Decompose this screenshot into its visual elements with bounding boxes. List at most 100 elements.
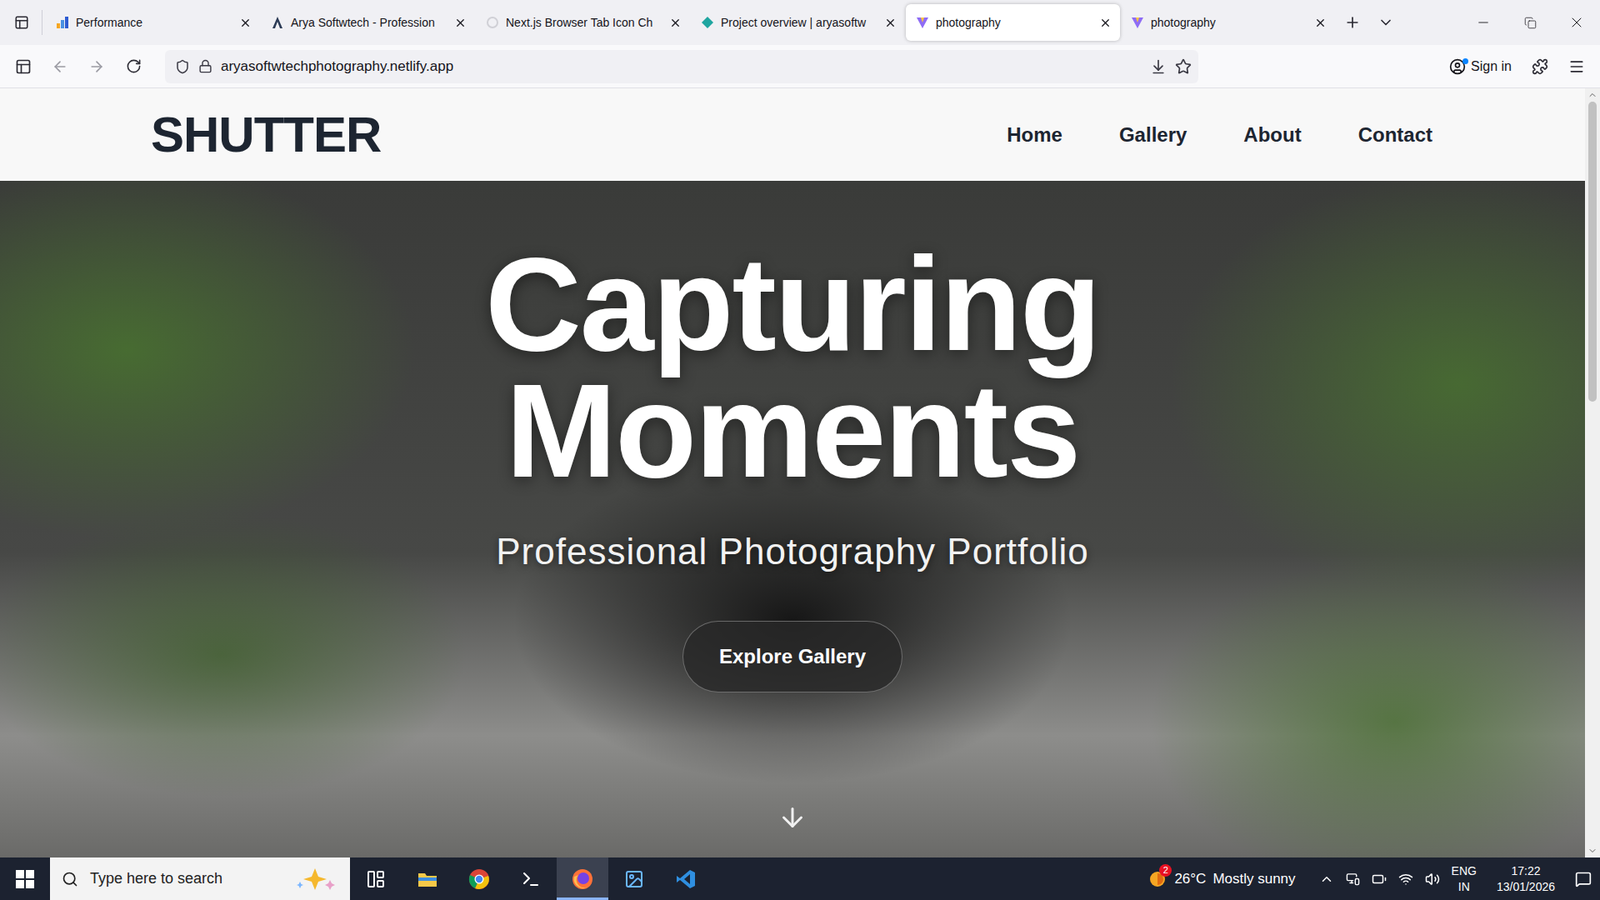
reload-icon <box>125 58 142 75</box>
forward-button[interactable] <box>80 50 114 84</box>
tab-label: Project overview | aryasoftw <box>720 15 878 30</box>
tab-label: photography <box>1150 15 1308 30</box>
tab-label: Performance <box>75 15 233 30</box>
extensions-button[interactable] <box>1523 50 1557 84</box>
scroll-thumb[interactable] <box>1588 101 1597 402</box>
restore-button[interactable] <box>1506 0 1554 45</box>
browser-tab[interactable]: Next.js Browser Tab Icon Ch <box>475 4 690 41</box>
tab-overflow-button[interactable] <box>1369 5 1403 40</box>
menu-icon <box>1568 58 1585 75</box>
close-icon[interactable] <box>1314 16 1327 30</box>
taskbar-app[interactable] <box>401 857 454 900</box>
vite-icon <box>1130 15 1145 30</box>
file-explorer-icon <box>416 868 439 890</box>
close-icon[interactable] <box>884 16 897 30</box>
arrow-down-icon <box>777 802 808 833</box>
system-tray: 226°CMostly sunny ENGIN 17:2213/01/2026 <box>1147 857 1600 900</box>
close-window-button[interactable] <box>1553 0 1600 45</box>
task-view-icon <box>365 869 386 890</box>
scroll-up-icon[interactable] <box>1587 90 1598 100</box>
notifications-icon[interactable] <box>1575 870 1592 888</box>
battery-icon[interactable] <box>1371 871 1387 887</box>
clock[interactable]: 17:2213/01/2026 <box>1488 863 1564 894</box>
notification-dot <box>1462 58 1469 65</box>
lock-icon <box>198 59 213 74</box>
bookmark-star-icon[interactable] <box>1175 58 1192 75</box>
taskbar: Type here to search 226°CMostly sunny ENGI… <box>0 857 1600 900</box>
terminal-icon <box>520 869 541 890</box>
menu-button[interactable] <box>1560 50 1594 84</box>
screen: Performance Arya Softwtech - Profession Ne… <box>0 0 1600 900</box>
taskbar-app[interactable] <box>453 857 505 900</box>
close-icon[interactable] <box>669 16 682 30</box>
viewport: SHUTTER Home Gallery About Contact CapturingM… <box>0 88 1600 858</box>
taskbar-app[interactable] <box>350 857 402 900</box>
sign-in-button[interactable]: Sign in <box>1440 53 1520 80</box>
netlify-icon <box>700 15 715 30</box>
tab-list-button[interactable] <box>5 5 39 40</box>
site-logo[interactable]: SHUTTER <box>150 105 381 164</box>
sparkle-icon <box>291 866 339 892</box>
language-indicator[interactable]: ENGIN <box>1451 863 1477 894</box>
forward-icon <box>88 58 105 75</box>
weather-widget[interactable]: 226°CMostly sunny <box>1147 869 1295 890</box>
browser-tab[interactable]: photography <box>905 4 1120 41</box>
firefox-icon <box>571 868 594 890</box>
weather-badge: 2 <box>1159 864 1172 877</box>
nav-toolbar: aryasoftwtechphotography.netlify.app Sign… <box>0 45 1600 89</box>
tab-label: Next.js Browser Tab Icon Ch <box>505 15 663 30</box>
site-nav: Home Gallery About Contact <box>1006 123 1433 147</box>
puzzle-icon <box>1531 58 1549 75</box>
close-icon[interactable] <box>454 16 467 30</box>
browser-tab[interactable]: Arya Softwtech - Profession <box>260 4 475 41</box>
back-button[interactable] <box>43 50 77 84</box>
performance-icon <box>55 15 70 30</box>
close-icon[interactable] <box>239 16 252 30</box>
chrome-icon <box>468 868 490 890</box>
nav-link[interactable]: Gallery <box>1119 123 1187 147</box>
sidebar-icon <box>15 58 32 75</box>
scroll-down-icon[interactable] <box>1587 845 1598 856</box>
plus-icon <box>1344 14 1361 31</box>
shield-icon <box>175 59 190 75</box>
wifi-icon[interactable] <box>1398 871 1414 887</box>
volume-icon[interactable] <box>1425 871 1440 887</box>
nav-link[interactable]: Contact <box>1358 123 1433 147</box>
loading-icon <box>485 15 500 30</box>
hero-title: CapturingMoments <box>485 240 1100 495</box>
url-field[interactable]: aryasoftwtechphotography.netlify.app <box>165 50 1199 84</box>
tab-label: Arya Softwtech - Profession <box>290 15 448 30</box>
arya-logo-icon <box>270 15 285 30</box>
taskbar-app[interactable] <box>505 857 557 900</box>
nav-link[interactable]: Home <box>1006 123 1063 147</box>
install-icon[interactable] <box>1150 58 1167 75</box>
taskbar-app[interactable] <box>660 857 712 900</box>
browser-tab[interactable]: Performance <box>45 4 260 41</box>
taskbar-search[interactable]: Type here to search <box>50 857 350 900</box>
scroll-cue[interactable] <box>777 802 808 833</box>
minimize-icon <box>1475 15 1491 30</box>
tray-overflow-icon[interactable] <box>1319 871 1335 887</box>
device-icon[interactable] <box>1345 871 1360 886</box>
taskbar-app[interactable] <box>608 857 660 900</box>
restore-icon <box>1524 16 1537 30</box>
back-icon <box>51 58 69 75</box>
reload-button[interactable] <box>116 50 150 84</box>
minimize-button[interactable] <box>1460 0 1507 45</box>
sidebar-button[interactable] <box>6 50 40 84</box>
hero-subtitle: Professional Photography Portfolio <box>495 530 1090 573</box>
tab-list-icon <box>14 15 30 30</box>
browser-tab[interactable]: Project overview | aryasoftw <box>690 4 905 41</box>
search-icon <box>61 870 79 888</box>
taskbar-app[interactable] <box>556 857 609 900</box>
divider <box>41 10 43 35</box>
nav-link[interactable]: About <box>1243 123 1301 147</box>
scrollbar[interactable] <box>1585 88 1600 858</box>
explore-gallery-button[interactable]: Explore Gallery <box>682 620 903 693</box>
start-button[interactable] <box>0 857 50 900</box>
browser-tab[interactable]: photography <box>1120 4 1335 41</box>
tab-label: photography <box>935 15 1093 30</box>
vscode-icon <box>675 868 697 890</box>
new-tab-button[interactable] <box>1335 5 1370 40</box>
close-icon[interactable] <box>1099 16 1112 30</box>
